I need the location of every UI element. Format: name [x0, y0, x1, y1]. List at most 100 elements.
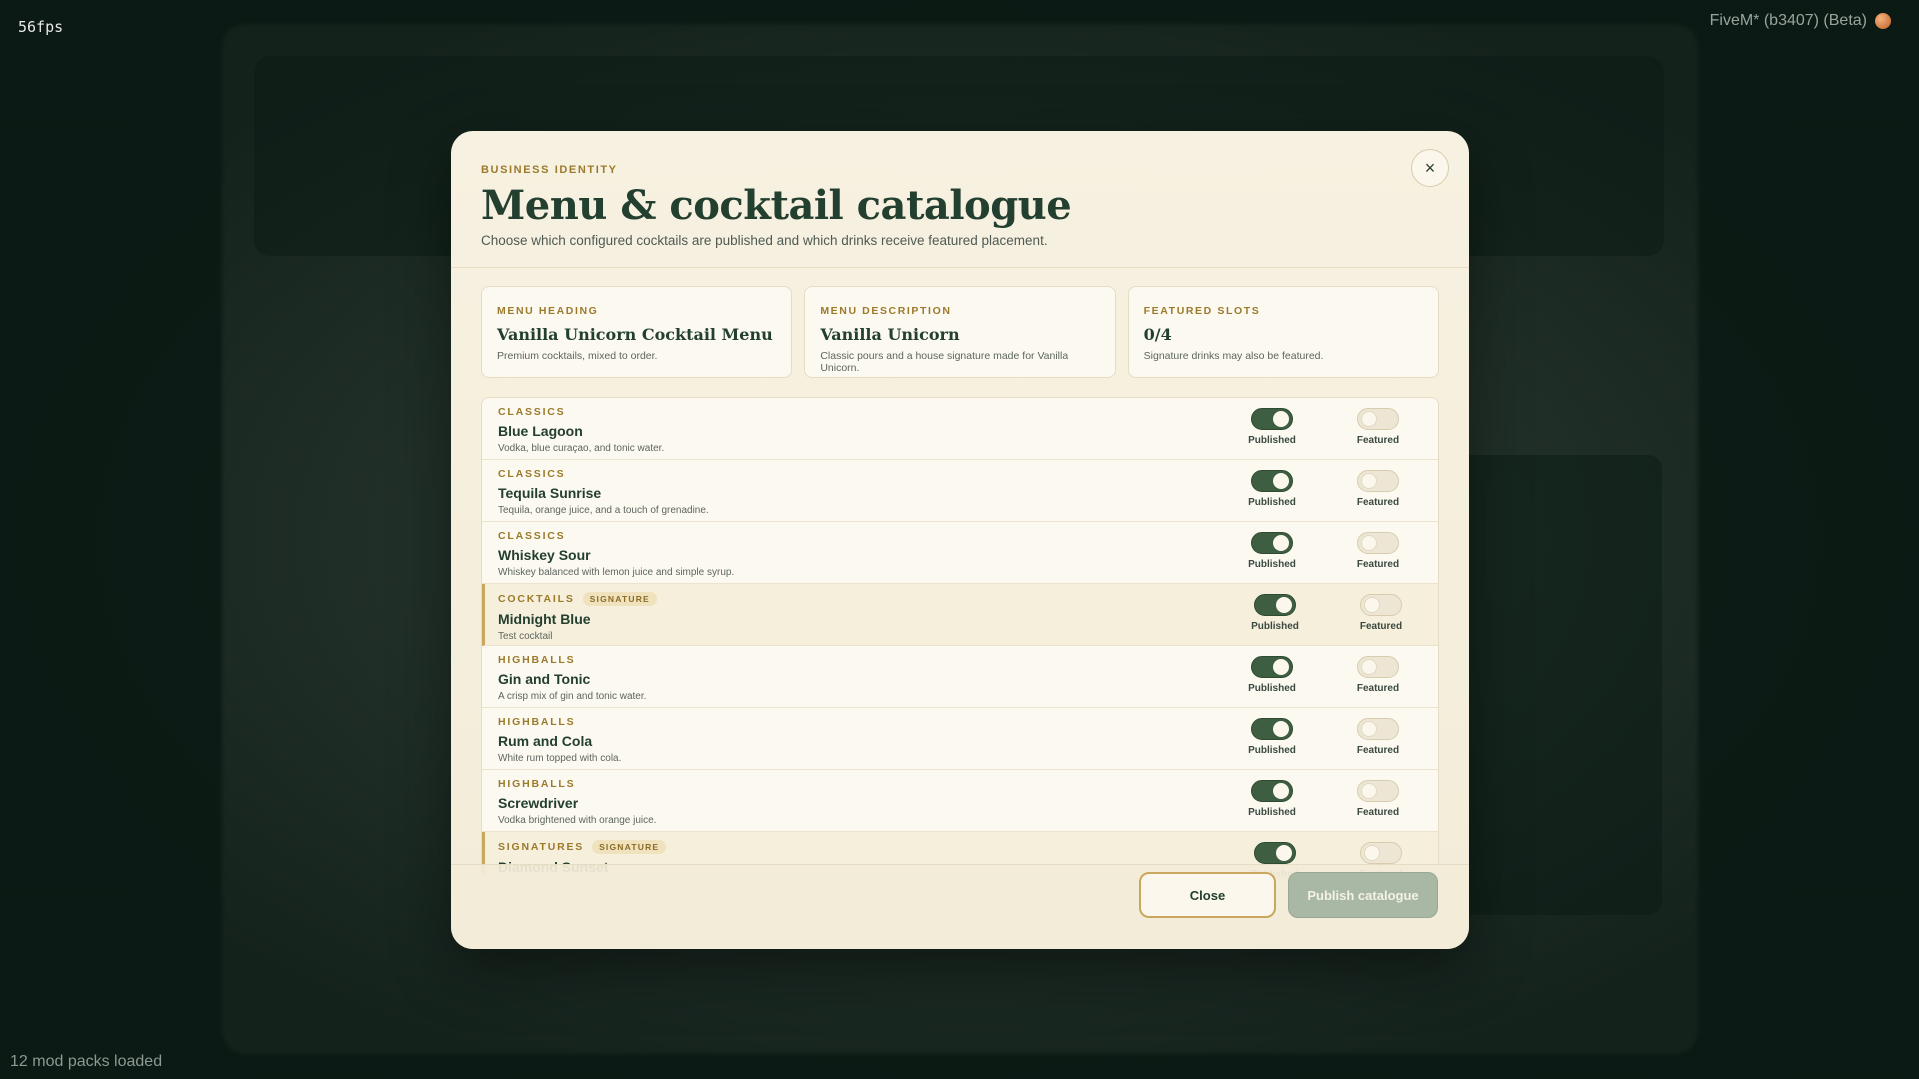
featured-label: Featured — [1359, 621, 1403, 632]
featured-toggle[interactable] — [1360, 842, 1402, 864]
row-category: Signatures — [498, 841, 585, 853]
toggle-knob — [1276, 597, 1292, 613]
published-control: Published — [1242, 780, 1302, 818]
build-label: FiveM* (b3407) (Beta) — [1710, 12, 1891, 30]
card-value: Vanilla Unicorn Cocktail Menu — [497, 325, 773, 344]
toggle-knob — [1273, 473, 1289, 489]
published-toggle[interactable] — [1254, 842, 1296, 864]
featured-label: Featured — [1356, 683, 1400, 694]
featured-control: Featured — [1348, 470, 1408, 508]
published-control: Published — [1245, 594, 1305, 632]
fps-counter: 56fps — [18, 18, 64, 36]
featured-control: Featured — [1348, 532, 1408, 570]
toggle-knob — [1273, 659, 1289, 675]
card-note: Signature drinks may also be featured. — [1143, 350, 1324, 362]
toggle-knob — [1273, 535, 1289, 551]
featured-toggle[interactable] — [1357, 532, 1399, 554]
published-control: Published — [1242, 470, 1302, 508]
modal-eyebrow: Business Identity — [481, 164, 618, 176]
close-button[interactable]: Close — [1139, 872, 1276, 918]
list-item: Highballs Gin and Tonic A crisp mix of g… — [482, 646, 1438, 708]
featured-control: Featured — [1348, 656, 1408, 694]
published-control: Published — [1242, 718, 1302, 756]
toggle-knob — [1361, 473, 1377, 489]
row-category: Highballs — [498, 778, 576, 790]
close-icon[interactable]: × — [1411, 149, 1449, 187]
list-item: Classics Blue Lagoon Vodka, blue curaçao… — [482, 398, 1438, 460]
featured-control: Featured — [1348, 408, 1408, 446]
modal-title: Menu & cocktail catalogue — [481, 182, 1072, 229]
toggle-knob — [1361, 535, 1377, 551]
published-label: Published — [1248, 497, 1296, 508]
card-note: Classic pours and a house signature made… — [820, 350, 1069, 374]
card-value: 0/4 — [1143, 325, 1172, 344]
publish-catalogue-button[interactable]: Publish catalogue — [1288, 872, 1438, 918]
published-toggle[interactable] — [1251, 408, 1293, 430]
fivem-logo-icon — [1875, 13, 1891, 29]
published-toggle[interactable] — [1251, 470, 1293, 492]
published-control: Published — [1242, 532, 1302, 570]
signature-badge: Signature — [582, 592, 657, 606]
featured-control: Featured — [1348, 718, 1408, 756]
summary-cards: Menu Heading Vanilla Unicorn Cocktail Me… — [451, 268, 1469, 378]
featured-label: Featured — [1356, 435, 1400, 446]
toggle-knob — [1361, 721, 1377, 737]
row-category: Classics — [498, 406, 566, 418]
featured-label: Featured — [1356, 807, 1400, 818]
published-toggle[interactable] — [1251, 532, 1293, 554]
featured-label: Featured — [1356, 745, 1400, 756]
card-label: Menu Heading — [497, 305, 599, 317]
cocktail-list: Classics Blue Lagoon Vodka, blue curaçao… — [481, 397, 1439, 879]
toggle-knob — [1273, 411, 1289, 427]
published-toggle[interactable] — [1251, 780, 1293, 802]
toggle-knob — [1364, 597, 1380, 613]
published-label: Published — [1248, 745, 1296, 756]
row-description: Test cocktail — [498, 631, 553, 642]
published-label: Published — [1248, 435, 1296, 446]
published-toggle[interactable] — [1251, 656, 1293, 678]
signature-badge: Signature — [592, 840, 667, 854]
modal-header: Business Identity Menu & cocktail catalo… — [451, 131, 1469, 268]
card-label: Featured Slots — [1143, 305, 1261, 317]
toggle-knob — [1364, 845, 1380, 861]
toggle-knob — [1276, 845, 1292, 861]
featured-toggle[interactable] — [1357, 656, 1399, 678]
toggle-knob — [1273, 783, 1289, 799]
published-control: Published — [1242, 408, 1302, 446]
card-value: Vanilla Unicorn — [820, 325, 960, 344]
list-item: Highballs Rum and Cola White rum topped … — [482, 708, 1438, 770]
featured-label: Featured — [1356, 559, 1400, 570]
published-label: Published — [1248, 683, 1296, 694]
featured-toggle[interactable] — [1357, 780, 1399, 802]
row-category: Highballs — [498, 716, 576, 728]
toggle-knob — [1361, 411, 1377, 427]
toggle-knob — [1273, 721, 1289, 737]
published-control: Published — [1242, 656, 1302, 694]
modal-subtitle: Choose which configured cocktails are pu… — [481, 233, 1048, 248]
row-category: Classics — [498, 530, 566, 542]
mod-packs-status: 12 mod packs loaded — [10, 1053, 163, 1070]
row-category: Cocktails — [498, 593, 575, 605]
catalogue-modal: Business Identity Menu & cocktail catalo… — [451, 131, 1469, 949]
published-label: Published — [1248, 559, 1296, 570]
published-toggle[interactable] — [1251, 718, 1293, 740]
featured-toggle[interactable] — [1357, 718, 1399, 740]
list-item: Classics Whiskey Sour Whiskey balanced w… — [482, 522, 1438, 584]
row-category: Highballs — [498, 654, 576, 666]
toggle-knob — [1361, 783, 1377, 799]
list-item: Cocktails Signature Midnight Blue Test c… — [482, 584, 1438, 646]
card-note: Premium cocktails, mixed to order. — [497, 350, 658, 362]
list-item: Classics Tequila Sunrise Tequila, orange… — [482, 460, 1438, 522]
card-menu-heading: Menu Heading Vanilla Unicorn Cocktail Me… — [481, 286, 793, 378]
featured-toggle[interactable] — [1357, 408, 1399, 430]
published-label: Published — [1248, 807, 1296, 818]
featured-control: Featured — [1351, 594, 1411, 632]
published-toggle[interactable] — [1254, 594, 1296, 616]
row-category: Classics — [498, 468, 566, 480]
build-text: FiveM* (b3407) (Beta) — [1709, 12, 1867, 29]
featured-toggle[interactable] — [1360, 594, 1402, 616]
toggle-knob — [1361, 659, 1377, 675]
featured-label: Featured — [1356, 497, 1400, 508]
list-item: Highballs Screwdriver Vodka brightened w… — [482, 770, 1438, 832]
featured-toggle[interactable] — [1357, 470, 1399, 492]
